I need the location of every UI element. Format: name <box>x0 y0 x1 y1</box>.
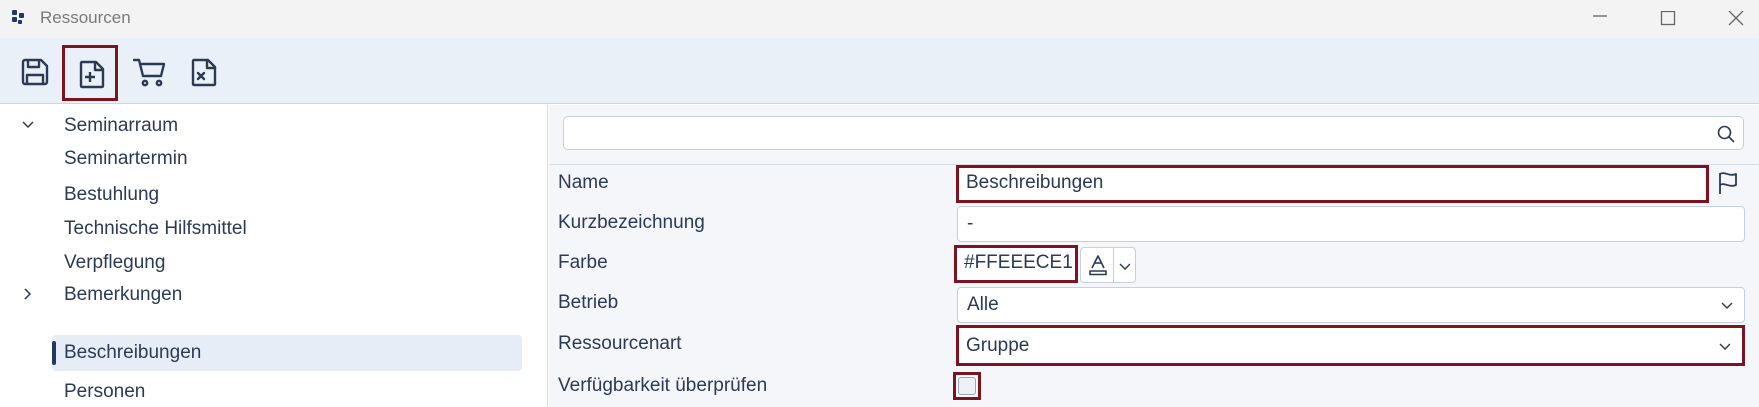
tree-item-personen[interactable]: Personen <box>0 375 548 407</box>
minimize-icon <box>1593 15 1607 17</box>
search-input[interactable] <box>563 116 1744 150</box>
chevron-down-icon <box>1721 302 1733 309</box>
tree-item-seminarraum[interactable]: Seminarraum <box>0 109 548 143</box>
short-name-label: Kurzbezeichnung <box>558 212 705 233</box>
short-name-field[interactable]: - <box>957 206 1745 242</box>
availability-checkbox[interactable] <box>953 372 981 400</box>
tree-item-verpflegung[interactable]: Verpflegung <box>0 246 548 280</box>
tree-item-label: Technische Hilfsmittel <box>64 218 247 239</box>
font-color-icon <box>1089 255 1107 276</box>
save-button[interactable] <box>9 46 61 98</box>
resource-type-label: Ressourcenart <box>558 333 682 354</box>
tree-item-label: Verpflegung <box>64 252 166 273</box>
chevron-down-icon <box>1719 343 1731 350</box>
title-bar: Ressourcen <box>0 0 1759 38</box>
chevron-down-icon <box>1119 263 1131 270</box>
tree-item-technische-hilfsmittel[interactable]: Technische Hilfsmittel <box>0 212 548 246</box>
name-value: Beschreibungen <box>966 172 1104 193</box>
name-label: Name <box>558 172 609 193</box>
tree-item-seminartermin[interactable]: Seminartermin <box>0 142 548 176</box>
flag-icon[interactable] <box>1717 171 1739 195</box>
operation-label: Betrieb <box>558 292 619 313</box>
tree-item-label: Personen <box>64 381 146 402</box>
search-icon[interactable] <box>1717 125 1735 143</box>
tree-item-label: Beschreibungen <box>64 342 202 363</box>
chevron-right-icon[interactable] <box>20 286 36 302</box>
tree-item-label: Bemerkungen <box>64 284 183 305</box>
resource-type-value: Gruppe <box>966 335 1030 356</box>
close-icon <box>1728 11 1744 26</box>
maximize-button[interactable] <box>1645 0 1691 38</box>
resource-tree: Seminarraum Seminartermin Bestuhlung Tec… <box>0 105 548 407</box>
color-label: Farbe <box>558 252 608 273</box>
discard-button[interactable] <box>178 46 230 98</box>
checkbox-box <box>958 377 976 395</box>
resource-type-dropdown[interactable]: Gruppe <box>956 325 1745 366</box>
color-value: #FFEEECE1 <box>964 252 1073 273</box>
short-name-value: - <box>967 213 974 234</box>
new-button[interactable] <box>62 45 118 101</box>
maximize-icon <box>1660 11 1676 26</box>
discard-document-icon <box>191 58 217 87</box>
selection-indicator <box>52 341 56 365</box>
app-logo-icon <box>12 10 24 24</box>
chevron-down-icon[interactable] <box>20 117 36 133</box>
tree-item-label: Seminarraum <box>64 115 179 136</box>
tree-item-label: Bestuhlung <box>64 184 160 205</box>
tree-item-bemerkungen[interactable]: Bemerkungen <box>0 278 548 312</box>
operation-value: Alle <box>967 294 999 315</box>
color-field[interactable]: #FFEEECE1 <box>954 245 1078 283</box>
toolbar <box>0 38 1759 104</box>
minimize-button[interactable] <box>1577 0 1623 38</box>
tree-item-label: Seminartermin <box>64 148 188 169</box>
operation-dropdown[interactable]: Alle <box>957 287 1745 323</box>
color-picker-button[interactable] <box>1080 247 1136 283</box>
tree-item-bestuhlung[interactable]: Bestuhlung <box>0 178 548 212</box>
window-title: Ressourcen <box>40 8 131 27</box>
name-field[interactable]: Beschreibungen <box>956 165 1709 203</box>
availability-check-label: Verfügbarkeit überprüfen <box>558 375 768 396</box>
cart-button[interactable] <box>123 46 175 98</box>
new-document-icon <box>79 60 105 89</box>
button-divider <box>1113 248 1114 282</box>
tree-item-beschreibungen[interactable]: Beschreibungen <box>0 335 548 371</box>
cart-icon <box>133 58 166 87</box>
close-button[interactable] <box>1713 0 1759 38</box>
save-icon <box>21 58 49 86</box>
